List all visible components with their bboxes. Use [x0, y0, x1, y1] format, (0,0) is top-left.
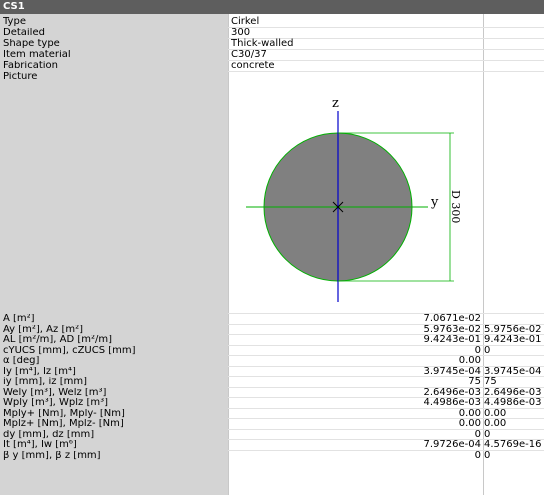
result-value-1: 0.00: [458, 355, 481, 366]
diameter-dimension-label: D 300: [449, 190, 462, 223]
result-value-2: 9.4243e-01: [484, 335, 542, 345]
result-value-1: 0: [474, 450, 481, 461]
cross-section-picture: z y D 300: [246, 96, 462, 302]
cross-section-properties-panel: CS1 Type Cirkel Detailed 300 Shape type …: [0, 0, 544, 495]
property-value: concrete: [231, 60, 275, 71]
result-value-1: 0.00: [458, 418, 481, 429]
result-value-2: 75: [484, 377, 497, 387]
result-row[interactable]: It [m⁴], Iw [m⁶] 7.9726e-04 4.5769e-16: [0, 440, 544, 450]
result-label: Mply+ [Nm], Mply- [Nm]: [3, 409, 125, 419]
result-label: iy [mm], iz [mm]: [3, 377, 88, 387]
property-value: Cirkel: [231, 16, 260, 27]
property-value: C30/37: [231, 49, 267, 60]
result-label: Mplz+ [Nm], Mplz- [Nm]: [3, 419, 124, 429]
property-row-detailed[interactable]: Detailed 300: [0, 28, 544, 38]
result-row[interactable]: α [deg] 0.00: [0, 356, 544, 366]
result-value-2: 4.5769e-16: [484, 440, 542, 450]
result-label: AL [m²/m], AD [m²/m]: [3, 335, 112, 345]
result-value-2: 0: [484, 451, 491, 461]
result-label: Wely [m³], Welz [m³]: [3, 388, 107, 398]
result-value-1: 75: [468, 376, 481, 387]
result-label: dy [mm], dz [mm]: [3, 430, 95, 440]
result-row[interactable]: Mplz+ [Nm], Mplz- [Nm] 0.00 0.00: [0, 419, 544, 429]
property-label: Picture: [3, 72, 38, 82]
result-row[interactable]: A [m²] 7.0671e-02: [0, 314, 544, 324]
result-label: α [deg]: [3, 356, 40, 366]
result-label: cYUCS [mm], cZUCS [mm]: [3, 346, 136, 356]
result-label: It [m⁴], Iw [m⁶]: [3, 440, 77, 450]
result-label: β y [mm], β z [mm]: [3, 451, 101, 461]
property-label: Detailed: [3, 28, 45, 38]
property-row-picture[interactable]: Picture: [0, 72, 544, 82]
result-row[interactable]: iy [mm], iz [mm] 75 75: [0, 377, 544, 387]
property-label: Fabrication: [3, 61, 58, 71]
z-axis-label: z: [332, 96, 339, 111]
property-value: Thick-walled: [231, 38, 294, 49]
result-value-2: 4.4986e-03: [484, 398, 542, 408]
result-value-1: 4.4986e-03: [423, 397, 481, 408]
property-label: Shape type: [3, 39, 60, 49]
property-row-type[interactable]: Type Cirkel: [0, 17, 544, 27]
result-label: Ay [m²], Az [m²]: [3, 325, 83, 335]
property-row-shape-type[interactable]: Shape type Thick-walled: [0, 39, 544, 49]
result-value-2: 0.00: [484, 419, 507, 429]
property-label: Type: [3, 17, 26, 27]
result-row[interactable]: Wply [m³], Wplz [m³] 4.4986e-03 4.4986e-03: [0, 398, 544, 408]
result-label: Iy [m⁴], Iz [m⁴]: [3, 367, 76, 377]
y-axis-label: y: [430, 195, 439, 210]
property-row-fabrication[interactable]: Fabrication concrete: [0, 61, 544, 71]
property-value: 300: [231, 27, 251, 38]
result-label: A [m²]: [3, 314, 35, 324]
property-label: Item material: [3, 50, 71, 60]
result-value-1: 7.0671e-02: [423, 313, 481, 324]
result-row[interactable]: AL [m²/m], AD [m²/m] 9.4243e-01 9.4243e-01: [0, 335, 544, 345]
result-row[interactable]: β y [mm], β z [mm] 0 0: [0, 451, 544, 461]
result-value-1: 7.9726e-04: [423, 439, 481, 450]
result-value-1: 9.4243e-01: [423, 334, 481, 345]
property-row-item-material[interactable]: Item material C30/37: [0, 50, 544, 60]
section-header: CS1: [0, 0, 544, 14]
result-label: Wply [m³], Wplz [m³]: [3, 398, 109, 408]
